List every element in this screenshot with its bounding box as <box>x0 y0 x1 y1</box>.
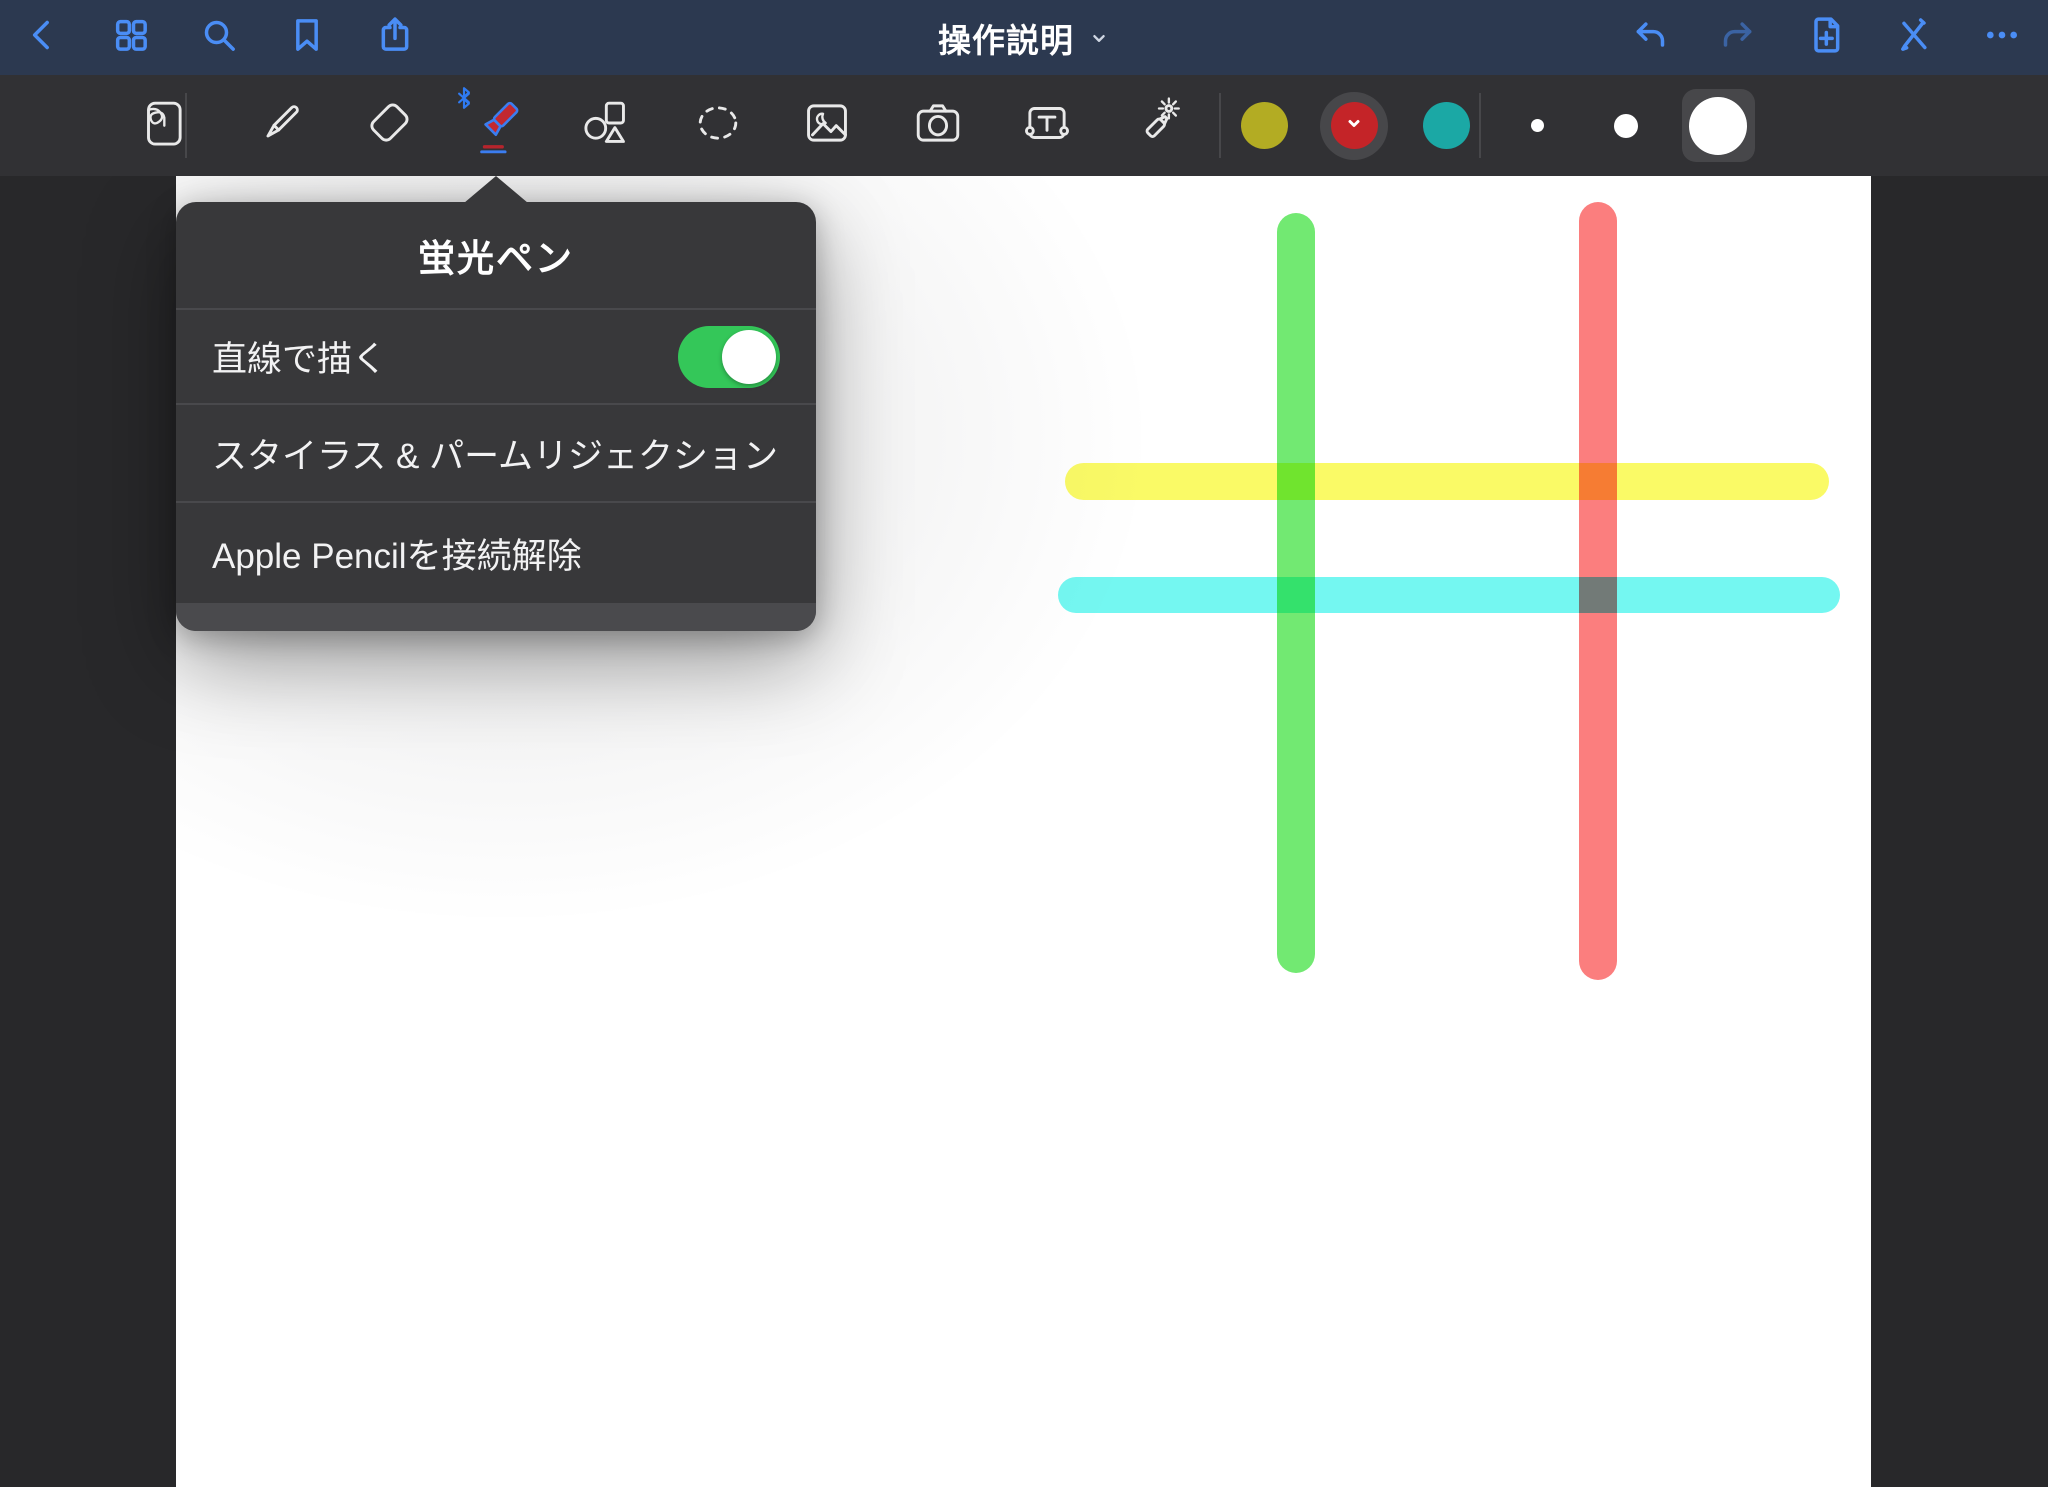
stylus-disable-button[interactable] <box>1892 16 1936 60</box>
teal-swatch[interactable] <box>1401 75 1491 176</box>
lasso-tool[interactable] <box>663 75 773 176</box>
size-medium[interactable] <box>1581 75 1671 176</box>
shapes-icon <box>576 94 634 157</box>
eraser-tool[interactable] <box>334 75 444 176</box>
disconnect-apple-pencil-label: Apple Pencilを接続解除 <box>212 536 582 576</box>
redo-icon <box>1718 15 1758 60</box>
red-swatch[interactable] <box>1309 75 1399 176</box>
text-tool[interactable] <box>992 75 1102 176</box>
chevron-down-icon <box>1342 111 1366 140</box>
draw-straight-row: 直線で描く <box>176 310 816 405</box>
highlighter-popover: 蛍光ペン 直線で描く スタイラス & パームリジェクション Apple Penc… <box>176 202 816 631</box>
add-page-button[interactable] <box>1804 16 1848 60</box>
yellow-swatch[interactable] <box>1219 75 1309 176</box>
stylus-palm-rejection-label: スタイラス & パームリジェクション <box>212 436 779 476</box>
camera-tool[interactable] <box>883 75 993 176</box>
pen-icon <box>252 94 310 157</box>
eraser-icon <box>360 94 418 157</box>
toolbar-divider <box>185 93 187 158</box>
page-panel-tool[interactable] <box>108 75 218 176</box>
camera-icon <box>909 94 967 157</box>
selected-size-bg <box>1681 89 1755 162</box>
toolbar-divider <box>1479 93 1481 158</box>
popover-title: 蛍光ペン <box>418 238 574 279</box>
nav-bar: 操作説明 <box>0 0 2048 75</box>
page-panel-icon <box>134 94 192 157</box>
cyan-horizontal-stroke <box>1058 577 1840 613</box>
popover-arrow <box>464 176 528 203</box>
highlighter-tool[interactable] <box>441 75 551 176</box>
large-dot <box>1689 96 1747 155</box>
disconnect-apple-pencil-item[interactable]: Apple Pencilを接続解除 <box>176 503 816 603</box>
draw-straight-label: 直線で描く <box>212 340 388 379</box>
more-ellipsis-icon <box>1982 15 2022 60</box>
laser-pointer-tool[interactable] <box>1102 75 1212 176</box>
image-tool[interactable] <box>772 75 882 176</box>
medium-dot <box>1614 113 1638 138</box>
selected-swatch-ring <box>1320 91 1388 160</box>
redo-button[interactable] <box>1716 16 1760 60</box>
toggle-knob <box>722 329 776 384</box>
size-small[interactable] <box>1492 75 1582 176</box>
yellow-horizontal-stroke <box>1065 463 1829 500</box>
add-page-icon <box>1806 15 1846 60</box>
pencil-disabled-icon <box>1894 15 1934 60</box>
text-icon <box>1018 94 1076 157</box>
page-title: 操作説明 <box>938 21 1074 59</box>
laser-pointer-icon <box>1128 94 1186 157</box>
straight-line-toggle[interactable] <box>678 325 780 388</box>
popover-header: 蛍光ペン <box>176 202 816 310</box>
size-large[interactable] <box>1671 75 1765 176</box>
pen-tool[interactable] <box>226 75 336 176</box>
chevron-down-icon <box>1088 21 1110 54</box>
image-icon <box>798 94 856 157</box>
stylus-palm-rejection-item[interactable]: スタイラス & パームリジェクション <box>176 405 816 503</box>
tool-bar <box>0 75 2048 176</box>
more-options-button[interactable] <box>1980 16 2024 60</box>
small-dot <box>1530 119 1544 132</box>
lasso-icon <box>689 94 747 157</box>
undo-button[interactable] <box>1628 16 1672 60</box>
undo-icon <box>1630 15 1670 60</box>
popover-partial-row <box>176 603 816 631</box>
shapes-tool[interactable] <box>550 75 660 176</box>
